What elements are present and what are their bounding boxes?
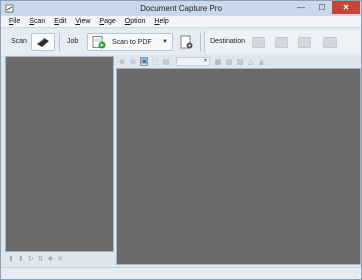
actual-size-icon[interactable]: ▤ (162, 58, 170, 66)
job-settings-button[interactable] (179, 33, 195, 51)
fit-page-icon[interactable]: ▣ (140, 57, 148, 66)
menu-scan[interactable]: Scan (29, 18, 45, 25)
menu-option[interactable]: Option (125, 18, 146, 25)
menu-option-rest: ption (130, 18, 146, 25)
menu-file[interactable]: File (9, 18, 20, 25)
menu-page[interactable]: Page (99, 18, 115, 25)
scan-button[interactable] (31, 33, 55, 51)
job-settings-icon (180, 35, 193, 48)
app-window: Document Capture Pro — ☐ ✕ File Scan Edi… (0, 0, 362, 280)
menu-scan-rest: can (33, 18, 46, 25)
job-label: Job (67, 38, 79, 45)
move-up-icon[interactable]: ⬆ (8, 255, 14, 263)
job-selected-value: Scan to PDF (112, 39, 152, 46)
main-toolbar: Scan Job Scan to PDF ▼ Destination (1, 29, 361, 55)
ftp-destination-icon[interactable] (298, 37, 311, 48)
email-destination-icon[interactable] (275, 37, 288, 48)
zoom-out-icon[interactable]: ⊖ (129, 58, 137, 66)
menu-help[interactable]: Help (154, 18, 168, 25)
rotate-icon[interactable]: ↻ (28, 255, 34, 263)
menu-edit[interactable]: Edit (54, 18, 66, 25)
toolbar-separator (59, 33, 60, 51)
close-button[interactable]: ✕ (332, 1, 360, 14)
resize-grip-icon[interactable]: ⋰ (353, 271, 359, 278)
scanner-icon (37, 38, 49, 47)
menu-view-rest: iew (79, 18, 91, 25)
scan-to-pdf-icon (92, 36, 106, 49)
zoom-select[interactable]: ▼ (176, 57, 210, 66)
menu-edit-rest: dit (58, 18, 67, 25)
preview-pane[interactable] (116, 68, 361, 265)
destination-label: Destination (210, 38, 246, 45)
thumbnail-pane[interactable] (5, 56, 114, 252)
chevron-down-icon: ▼ (203, 58, 208, 64)
page-tool-icon[interactable]: ◭ (258, 58, 266, 66)
menu-page-rest: age (104, 18, 116, 25)
add-page-icon[interactable]: ✚ (48, 255, 54, 263)
status-bar: ⋰ (1, 267, 361, 279)
page-tool-icon[interactable]: ▧ (225, 58, 233, 66)
maximize-button[interactable]: ☐ (313, 1, 331, 14)
fit-width-icon[interactable]: ⬚ (151, 58, 159, 66)
menu-file-rest: ile (13, 18, 21, 25)
menu-help-rest: elp (159, 18, 169, 25)
printer-destination-icon[interactable] (323, 37, 337, 48)
title-bar: Document Capture Pro — ☐ ✕ (1, 1, 361, 16)
minimize-button[interactable]: — (291, 1, 311, 14)
scan-label: Scan (11, 38, 27, 45)
move-down-icon[interactable]: ⬇ (18, 255, 24, 263)
preview-toolbar: ⊕ ⊖ ▣ ⬚ ▤ ▼ ▦ ▧ ▨ △ ◭ (116, 56, 361, 67)
chevron-down-icon: ▼ (162, 39, 168, 45)
toolbar-separator (200, 33, 201, 51)
page-tool-icon[interactable]: △ (247, 58, 255, 66)
job-select[interactable]: Scan to PDF ▼ (87, 33, 173, 51)
sort-icon[interactable]: ⇅ (38, 255, 44, 263)
folder-destination-icon[interactable] (252, 37, 265, 48)
destination-panel: Destination (204, 31, 360, 53)
delete-page-icon[interactable]: ✕ (57, 255, 63, 263)
page-tool-icon[interactable]: ▨ (236, 58, 244, 66)
zoom-in-icon[interactable]: ⊕ (118, 58, 126, 66)
page-tool-icon[interactable]: ▦ (214, 58, 222, 66)
thumbnail-toolbar: ⬆ ⬇ ↻ ⇅ ✚ ✕ (5, 253, 114, 265)
menu-view[interactable]: View (75, 18, 90, 25)
menu-bar: File Scan Edit View Page Option Help (1, 16, 361, 28)
